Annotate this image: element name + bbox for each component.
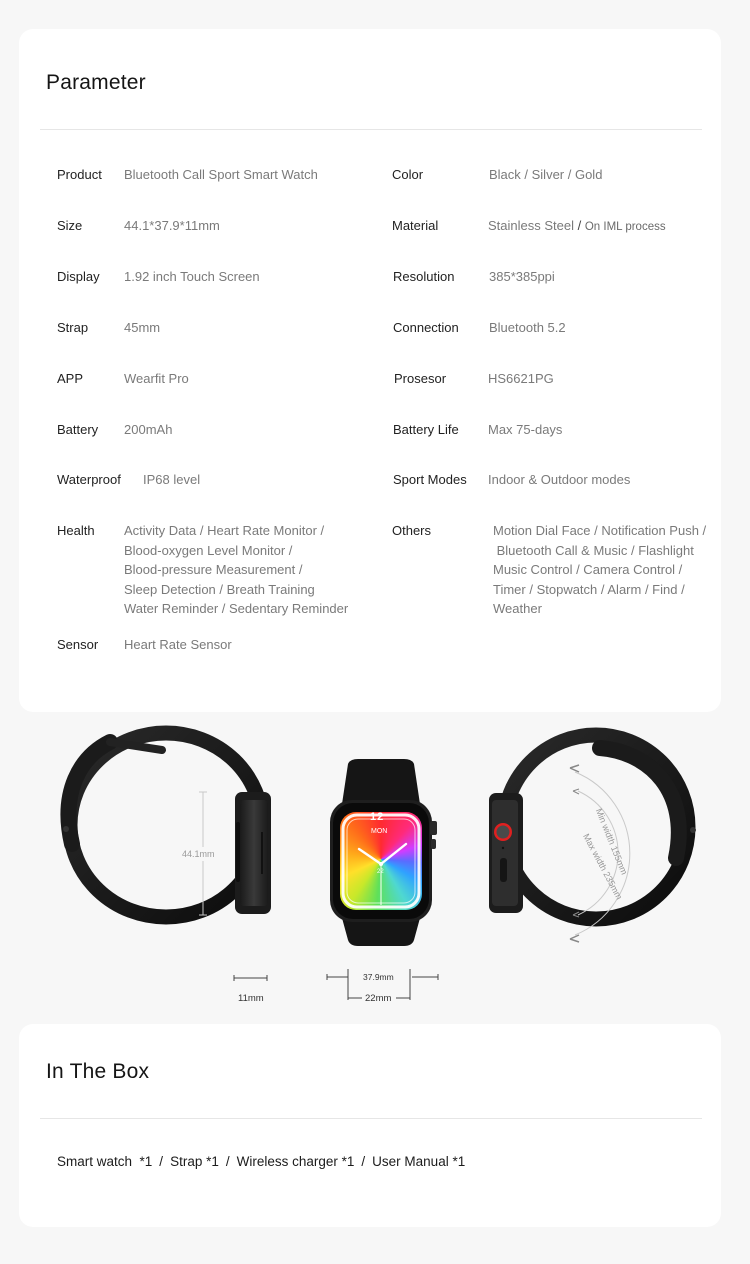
param-value-line: Bluetooth Call & Music / Flashlight xyxy=(493,542,694,558)
param-value-suffix: On IML process xyxy=(584,221,666,233)
strap-top xyxy=(342,759,420,804)
param-label: APP xyxy=(57,371,84,386)
box-item: Smart watch *1 xyxy=(57,1154,153,1169)
param-value-list: Activity Data / Heart Rate Monitor / Blo… xyxy=(124,521,348,619)
box-contents-list: Smart watch *1 / Strap *1 / Wireless charger… xyxy=(57,1154,465,1169)
box-item: Wireless charger *1 xyxy=(236,1154,355,1169)
watch-button xyxy=(431,839,436,849)
param-value-line: Activity Data / Heart Rate Monitor / xyxy=(124,523,325,538)
param-value: HS6621PG xyxy=(488,371,554,386)
param-label: Strap xyxy=(57,320,89,335)
param-value: Max 75-days xyxy=(488,422,563,437)
strap-width-label: 22mm xyxy=(365,993,392,1004)
param-label: Sensor xyxy=(57,637,99,652)
in-the-box-title: In The Box xyxy=(46,1060,150,1083)
param-value: Wearfit Pro xyxy=(124,371,189,386)
speaker-grille xyxy=(500,858,507,882)
param-value: 44.1*37.9*11mm xyxy=(124,218,220,233)
watch-crown xyxy=(430,821,437,835)
param-label: Prosesor xyxy=(394,371,447,386)
param-label: Health xyxy=(57,523,95,538)
crown xyxy=(496,825,510,839)
param-value: Bluetooth Call Sport Smart Watch xyxy=(124,167,318,182)
param-value: 385*385ppi xyxy=(489,269,555,284)
strap-loop xyxy=(496,727,696,927)
param-value: 200mAh xyxy=(124,422,173,437)
param-label: Resolution xyxy=(393,269,455,284)
param-value-line: Blood-pressure Measurement / xyxy=(124,562,303,577)
box-item-separator: / xyxy=(361,1154,366,1169)
param-value: Heart Rate Sensor xyxy=(124,637,232,652)
parameter-card: Parameter Product Bluetooth Call Sport S… xyxy=(19,29,721,712)
param-label: Waterproof xyxy=(57,472,121,487)
dial-hour-numeral: 12 xyxy=(370,811,385,823)
box-item: Strap *1 xyxy=(170,1154,219,1169)
param-value-main: Stainless Steel xyxy=(488,218,574,233)
dial-day-label: MON xyxy=(371,828,388,835)
param-value: 1.92 inch Touch Screen xyxy=(124,269,260,284)
param-label: Battery Life xyxy=(393,422,459,437)
side-view-right-watch xyxy=(489,727,696,927)
strap-pin xyxy=(690,827,696,833)
side-view-left-watch xyxy=(60,725,271,925)
box-item-separator: / xyxy=(225,1154,230,1169)
thickness-label: 11mm xyxy=(238,993,264,1004)
param-value: Black / Silver / Gold xyxy=(489,167,603,182)
strap-pin xyxy=(63,826,69,832)
parameter-divider xyxy=(40,129,702,130)
param-value: Bluetooth 5.2 xyxy=(489,320,566,335)
thickness-dimension xyxy=(233,975,268,981)
in-the-box-divider xyxy=(40,1118,702,1119)
param-value: Stainless Steel / On IML process xyxy=(488,216,666,238)
box-item: User Manual *1 xyxy=(372,1154,466,1169)
dial-date-label: 22 xyxy=(377,869,384,875)
param-label: Color xyxy=(392,167,424,182)
param-value-line: Sleep Detection / Breath Training xyxy=(124,581,315,597)
parameter-title: Parameter xyxy=(46,71,146,94)
param-value: Indoor & Outdoor modes xyxy=(488,472,631,487)
param-value: IP68 level xyxy=(143,472,201,487)
strap-loop xyxy=(62,725,270,925)
param-value-line: Weather xyxy=(493,601,542,616)
param-label: Connection xyxy=(393,320,459,335)
strap-bottom xyxy=(342,918,420,946)
box-item-separator: / xyxy=(159,1154,164,1169)
param-value-line: Timer / Stopwatch / Alarm / Find / xyxy=(493,581,685,597)
param-label: Battery xyxy=(57,422,99,437)
param-label: Size xyxy=(57,218,83,233)
param-value-line: Blood-oxygen Level Monitor / xyxy=(124,542,293,558)
in-the-box-card: In The Box Smart watch *1 / Strap *1 / Wirel… xyxy=(19,1024,721,1227)
param-value-list: Motion Dial Face / Notification Push / B… xyxy=(493,521,706,619)
param-label: Display xyxy=(57,269,100,284)
height-label: 44.1mm xyxy=(182,849,215,859)
param-label: Product xyxy=(57,167,102,182)
param-label: Material xyxy=(392,218,439,233)
front-view-watch xyxy=(330,759,437,946)
param-value-separator: / xyxy=(574,218,585,233)
product-images: 44.1mm 11mm 37.9mm 22mm MON 22 12 Max wi… xyxy=(0,712,750,1024)
param-label: Sport Modes xyxy=(393,472,467,487)
param-value: 45mm xyxy=(124,320,161,335)
param-value-line: Water Reminder / Sedentary Reminder xyxy=(124,601,349,616)
width-label: 37.9mm xyxy=(363,972,394,982)
param-value-line: Music Control / Camera Control / xyxy=(493,562,683,577)
param-label: Others xyxy=(392,523,432,538)
param-value-line: Motion Dial Face / Notification Push / xyxy=(493,523,707,538)
